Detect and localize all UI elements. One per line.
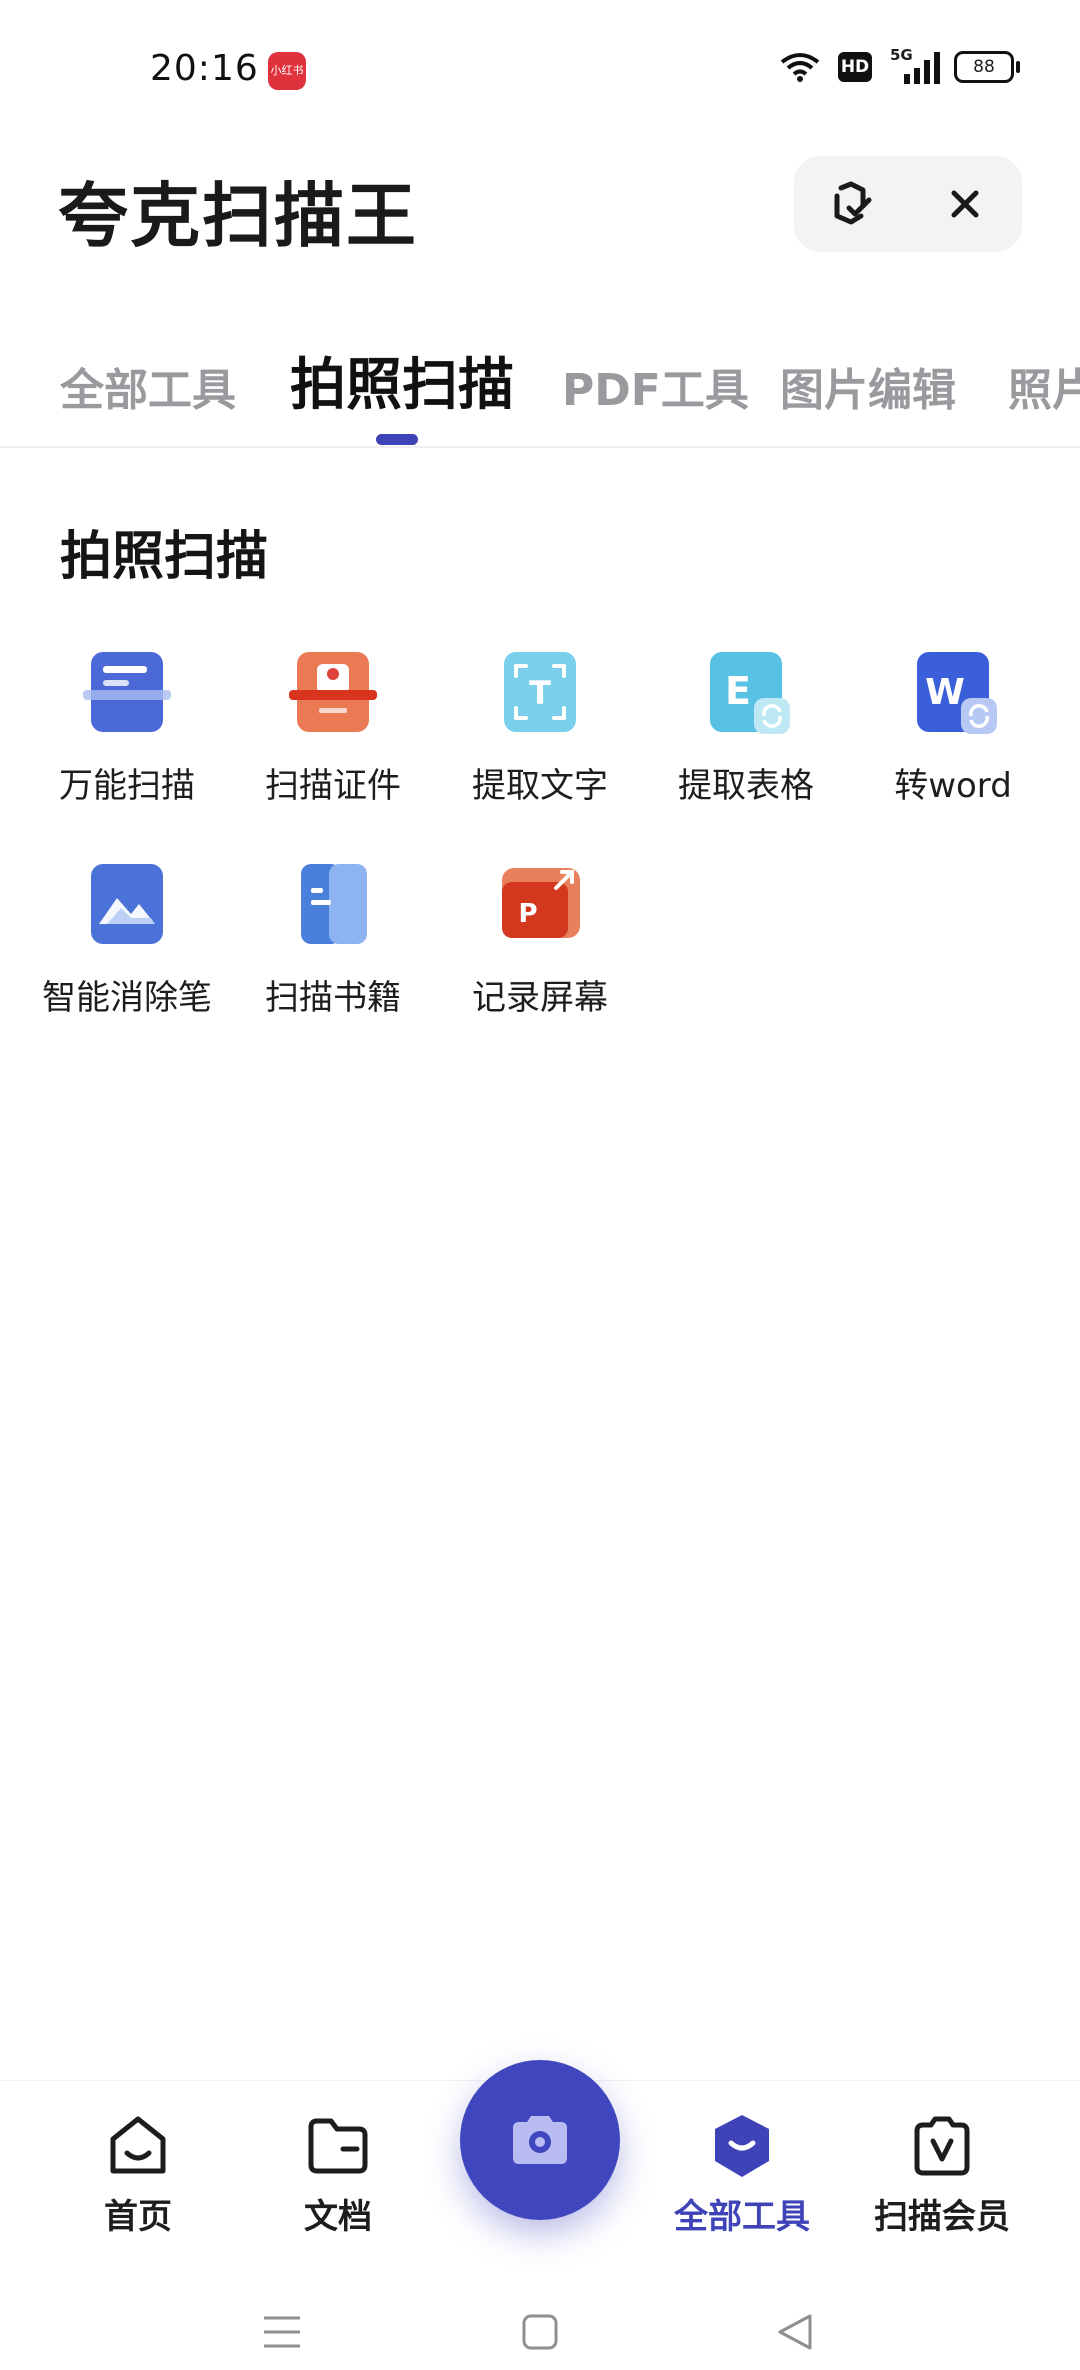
tool-extract-text[interactable]: T 提取文字	[437, 646, 643, 807]
tool-smart-eraser[interactable]: 智能消除笔	[24, 858, 230, 1019]
header-actions	[794, 156, 1022, 252]
tool-extract-table[interactable]: E 提取表格	[643, 646, 849, 807]
signal-5g-icon: 5G	[890, 46, 940, 84]
tool-id-scan[interactable]: 扫描证件	[230, 646, 436, 807]
svg-text:T: T	[529, 674, 551, 712]
svg-text:W: W	[925, 672, 965, 713]
id-scan-icon	[283, 646, 383, 746]
nav-label: 全部工具	[674, 2197, 810, 2237]
nav-label: 扫描会员	[874, 2197, 1010, 2237]
system-icons: HD 5G 88	[780, 46, 1020, 84]
status-time: 20:16	[150, 48, 259, 89]
tab-pdf-tools[interactable]: PDF工具	[562, 354, 749, 418]
nav-label: 文档	[304, 2197, 372, 2237]
tab-photos[interactable]: 照片	[1008, 354, 1080, 418]
tab-bar: 全部工具 拍照扫描 PDF工具 图片编辑 照片	[0, 330, 1080, 448]
svg-text:E: E	[725, 669, 751, 713]
nav-home[interactable]: 首页	[48, 2111, 228, 2238]
vip-icon	[907, 2111, 977, 2181]
section-title: 拍照扫描	[60, 527, 269, 587]
tool-record-screen[interactable]: P 记录屏幕	[437, 858, 643, 1019]
tab-indicator	[376, 434, 418, 445]
smart-eraser-icon	[77, 858, 177, 958]
nav-all-tools[interactable]: 全部工具	[652, 2111, 832, 2238]
tool-universal-scan[interactable]: 万能扫描	[24, 646, 230, 807]
record-screen-icon: P	[490, 858, 590, 958]
all-tools-icon	[707, 2111, 777, 2181]
status-bar: 20:16 小红书 HD 5G 88	[0, 0, 1080, 140]
universal-scan-icon	[77, 646, 177, 746]
cloud-check-icon[interactable]	[821, 174, 881, 234]
back-icon[interactable]	[776, 2312, 816, 2352]
tool-label: 扫描证件	[265, 766, 401, 806]
system-nav-bar	[0, 2300, 1080, 2370]
tool-scan-book[interactable]: 扫描书籍	[230, 858, 436, 1019]
xiaohongshu-badge-icon: 小红书	[268, 52, 306, 90]
menu-icon[interactable]	[262, 2314, 302, 2350]
tool-to-word[interactable]: W 转word	[850, 646, 1056, 807]
home-button-icon[interactable]	[520, 2312, 560, 2352]
battery-icon: 88	[954, 51, 1020, 83]
nav-vip[interactable]: 扫描会员	[852, 2111, 1032, 2238]
extract-table-icon: E	[696, 646, 796, 746]
tool-label: 提取表格	[678, 766, 814, 806]
nav-label: 首页	[104, 2197, 172, 2237]
hd-icon: HD	[838, 52, 872, 82]
tool-label: 记录屏幕	[472, 978, 608, 1018]
extract-text-icon: T	[490, 646, 590, 746]
home-icon	[103, 2111, 173, 2181]
camera-button[interactable]	[460, 2060, 620, 2220]
page-title: 夸克扫描王	[58, 175, 418, 257]
folder-icon	[303, 2111, 373, 2181]
tool-label: 万能扫描	[59, 766, 195, 806]
tab-photo-scan[interactable]: 拍照扫描	[290, 340, 514, 421]
tool-label: 提取文字	[472, 766, 608, 806]
tab-image-edit[interactable]: 图片编辑	[780, 354, 956, 418]
to-word-icon: W	[903, 646, 1003, 746]
wifi-icon	[780, 53, 820, 82]
scan-book-icon	[283, 858, 383, 958]
tool-label: 转word	[894, 766, 1012, 806]
tool-label: 智能消除笔	[42, 978, 212, 1018]
camera-icon	[513, 2116, 567, 2164]
svg-text:P: P	[518, 899, 537, 929]
close-icon[interactable]	[935, 174, 995, 234]
nav-documents[interactable]: 文档	[248, 2111, 428, 2238]
tool-label: 扫描书籍	[265, 978, 401, 1018]
tab-all-tools[interactable]: 全部工具	[60, 354, 236, 418]
